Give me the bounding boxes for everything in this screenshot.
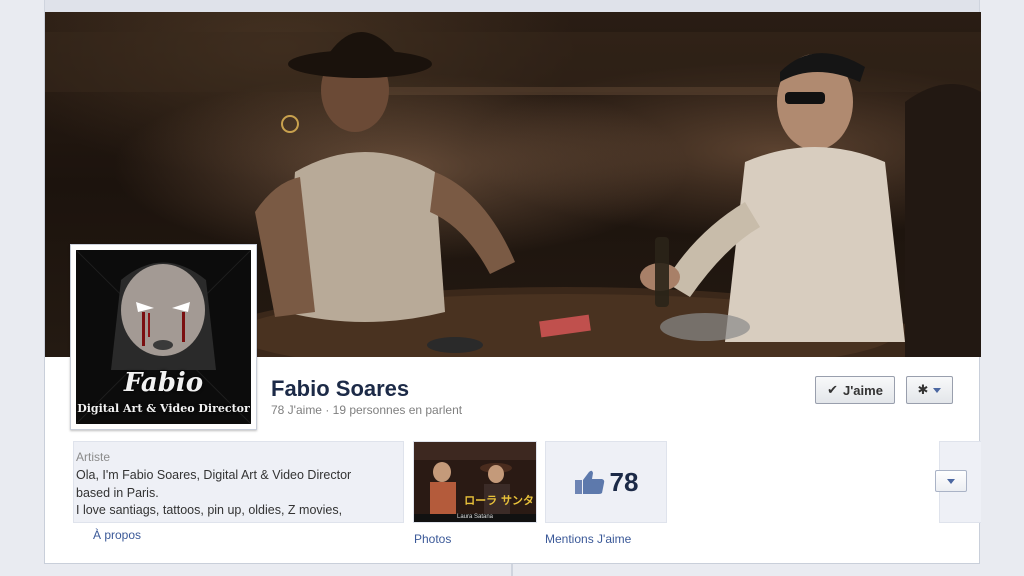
tab-about[interactable]: À propos: [93, 528, 141, 542]
divider: [511, 564, 513, 576]
photos-thumbnail[interactable]: ローラ サンタ Laura Satana: [413, 441, 537, 523]
about-category: Artiste: [76, 450, 111, 464]
tab-photos[interactable]: Photos: [414, 532, 451, 546]
about-line: based in Paris.: [76, 485, 159, 500]
about-description: Ola, I'm Fabio Soares, Digital Art & Vid…: [76, 467, 403, 520]
top-strip: [44, 0, 980, 12]
checkmark-icon: ✔: [827, 382, 838, 397]
about-line: I love santiags, tattoos, pin up, oldies…: [76, 503, 343, 517]
about-panel[interactable]: Artiste Ola, I'm Fabio Soares, Digital A…: [73, 441, 404, 523]
photo-overlay-text: ローラ サンタ: [464, 494, 534, 507]
like-button[interactable]: ✔ J'aime: [815, 376, 895, 404]
gear-icon: ✱: [917, 382, 929, 397]
profile-title-text: Fabio: [123, 368, 204, 398]
profile-picture[interactable]: Fabio Digital Art & Video Director: [70, 244, 257, 430]
page-header-card: Fabio Digital Art & Video Director Fabio…: [44, 12, 981, 564]
thumbs-up-icon: [574, 470, 604, 494]
more-tabs-button[interactable]: [935, 470, 967, 492]
profile-artwork: Fabio Digital Art & Video Director: [76, 250, 251, 424]
profile-subtitle-text: Digital Art & Video Director: [77, 402, 250, 415]
settings-button[interactable]: ✱: [906, 376, 953, 404]
page-title[interactable]: Fabio Soares: [271, 376, 409, 402]
chevron-down-icon: [947, 478, 955, 484]
likes-count: 78: [609, 466, 639, 497]
photo-caption: Laura Satana: [456, 514, 494, 520]
likes-panel[interactable]: 78: [545, 441, 667, 523]
photo-thumbnail-image: [414, 442, 536, 522]
page-stats: 78 J'aime · 19 personnes en parlent: [271, 403, 463, 417]
about-line: Ola, I'm Fabio Soares, Digital Art & Vid…: [76, 468, 352, 482]
tab-likes[interactable]: Mentions J'aime: [545, 532, 631, 546]
like-button-label: J'aime: [842, 382, 883, 398]
caret-down-icon: [933, 387, 942, 393]
